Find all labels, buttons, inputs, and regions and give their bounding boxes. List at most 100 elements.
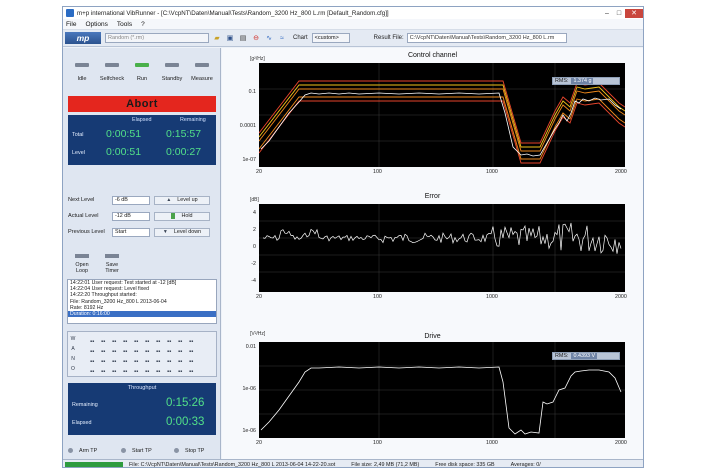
state-selfcheck-button[interactable]: Selfcheck: [97, 54, 127, 84]
channel-indicator: ▪▪: [167, 349, 172, 355]
state-standby-label: Standby: [161, 76, 183, 82]
log-line-selected: Duration: 0:16:00: [68, 310, 216, 318]
open-loop-button[interactable]: Open Loop: [71, 244, 93, 274]
start-tp-button[interactable]: Start TP: [121, 446, 165, 455]
elapsed-header: Elapsed: [132, 117, 152, 123]
channel-indicator: ▪▪: [145, 349, 150, 355]
error-xtick: 100: [373, 294, 382, 300]
abort-high-limit-line: [258, 80, 626, 144]
hold-icon: [171, 213, 176, 219]
control-ytick: 1e-07: [242, 157, 256, 163]
level-elapsed-value: 0:00:51: [106, 146, 142, 158]
state-run-label: Run: [136, 76, 148, 82]
run-led-icon: [135, 63, 149, 67]
error-chart-title: Error: [424, 193, 441, 200]
stop-tp-button[interactable]: Stop TP: [174, 446, 218, 455]
hold-label: Hold: [181, 213, 193, 219]
level-up-label: Level up: [177, 197, 198, 203]
state-run-button[interactable]: Run: [127, 54, 157, 84]
warn-high-orange-line: [258, 88, 626, 152]
message-log[interactable]: 14:22:01 User request: Test started at -…: [67, 279, 217, 324]
channel-indicator: ▪▪: [123, 349, 128, 355]
chart-combo[interactable]: <custom>: [311, 33, 350, 43]
channel-indicator: ▪▪: [145, 369, 150, 375]
stop-tp-label: Stop TP: [185, 447, 205, 454]
stop-icon[interactable]: ⊖: [251, 33, 261, 43]
arm-tp-button[interactable]: Arm TP: [68, 446, 112, 455]
open-folder-icon[interactable]: ▰: [212, 33, 222, 43]
menu-tools[interactable]: Tools: [117, 21, 132, 28]
save-timer-led-icon: [105, 254, 119, 258]
test-timer-panel: Elapsed Remaining Total Level 0:00:51 0:…: [68, 115, 216, 165]
channel-indicator: ▪▪: [178, 369, 183, 375]
state-measure-button[interactable]: Measure: [187, 54, 217, 84]
abort-button[interactable]: Abort: [68, 96, 216, 112]
channel-indicator: ▪▪: [90, 369, 95, 375]
state-selfcheck-label: Selfcheck: [99, 76, 125, 82]
control-rms-readout: RMS: 1.374 g: [552, 77, 620, 85]
wano-letter: W: [70, 336, 76, 342]
level-up-button[interactable]: ▲ Level up: [154, 195, 210, 205]
channel-indicator: ▪▪: [178, 359, 183, 365]
window-title: m+p international VibRunner - [C:\VcpNT\…: [77, 9, 389, 17]
stop-circle-icon: [174, 448, 179, 453]
print-icon[interactable]: ▤: [238, 33, 248, 43]
wano-letters: W A N O: [70, 334, 76, 374]
state-standby-button[interactable]: Standby: [157, 54, 187, 84]
menu-help[interactable]: ?: [141, 21, 145, 28]
chart-label: Chart: [293, 35, 308, 41]
channel-indicator: ▪▪: [101, 369, 106, 375]
standby-led-icon: [165, 63, 179, 67]
test-type-combo[interactable]: Random (*.rm): [105, 33, 209, 43]
wave-icon[interactable]: ∿: [264, 33, 274, 43]
toolbar: mp Random (*.rm) ▰ ▣ ▤ ⊖ ∿ ≈ Chart <cust…: [63, 30, 643, 47]
app-icon: [66, 9, 74, 17]
channel-indicator: ▪▪: [134, 369, 139, 375]
hold-button[interactable]: Hold: [154, 211, 210, 221]
channel-indicator: ▪▪: [90, 349, 95, 355]
channel-indicator: ▪▪: [123, 359, 128, 365]
result-file-field[interactable]: C:\VcpNT\Daten\Manual\Tests\Random_3200 …: [406, 33, 567, 43]
control-xtick: 1000: [486, 169, 498, 175]
wano-status-panel: W A N O ▪▪ ▪▪ ▪▪ ▪▪ ▪▪ ▪▪ ▪▪ ▪▪ ▪▪ ▪▪ ▪▪ ▪▪ ▪▪ ▪▪ ▪▪ ▪▪…: [67, 331, 217, 377]
channel-indicator: ▪▪: [189, 369, 194, 375]
minimize-button[interactable]: –: [601, 9, 613, 18]
close-button[interactable]: ✕: [625, 8, 643, 18]
menu-options[interactable]: Options: [85, 21, 107, 28]
maximize-button[interactable]: □: [613, 9, 625, 18]
tp-elapsed-value: 0:00:33: [166, 416, 205, 428]
channel-indicator: ▪▪: [156, 339, 161, 345]
drive-xtick: 2000: [615, 440, 627, 446]
previous-level-row: Previous Level Start ▼ Level down: [68, 226, 218, 238]
channel-indicator: ▪▪: [156, 359, 161, 365]
channel-indicator: ▪▪: [101, 339, 106, 345]
save-icon[interactable]: ▣: [225, 33, 235, 43]
channel-indicator: ▪▪: [167, 369, 172, 375]
channel-indicator: ▪▪: [112, 339, 117, 345]
control-unit-label: [g²/Hz]: [250, 56, 265, 62]
wano-letter: N: [71, 356, 75, 362]
save-timer-button[interactable]: Save Timer: [101, 244, 123, 274]
total-remaining-value: 0:15:57: [166, 128, 202, 140]
actual-level-label: Actual Level: [68, 213, 99, 219]
menu-file[interactable]: File: [66, 21, 76, 28]
arm-tp-label: Arm TP: [79, 447, 98, 454]
level-down-button[interactable]: ▼ Level down: [154, 227, 210, 237]
throughput-buttons: Arm TP Start TP Stop TP: [68, 446, 218, 456]
tp-remaining-label: Remaining: [72, 402, 98, 408]
channel-indicator: ▪▪: [101, 349, 106, 355]
error-xtick: 1000: [486, 294, 498, 300]
state-idle-button[interactable]: Idle: [67, 54, 97, 84]
wano-letter: A: [71, 346, 75, 352]
mp-logo: mp: [65, 32, 101, 44]
drive-rms-readout: RMS: 0.4393 V: [552, 352, 620, 360]
wave-alt-icon[interactable]: ≈: [277, 33, 287, 43]
drive-xtick: 1000: [486, 440, 498, 446]
status-file-size: File size: 2,49 MB (71,2 MB): [351, 461, 420, 468]
error-ytick: 0: [253, 244, 256, 250]
level-label: Level: [72, 150, 85, 156]
status-bar: File: C:\VcpNT\Daten\Manual\Tests\Random…: [63, 459, 643, 468]
start-icon: [121, 448, 126, 453]
error-plot[interactable]: [259, 204, 625, 292]
idle-led-icon: [75, 63, 89, 67]
